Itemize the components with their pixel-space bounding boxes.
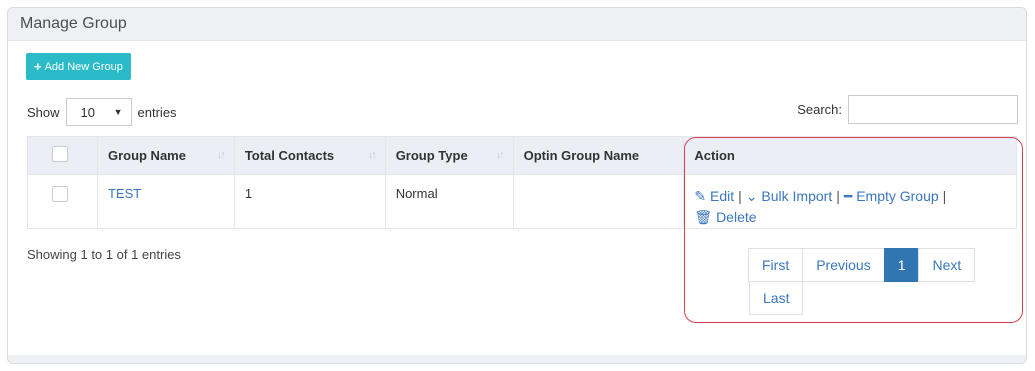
search-control: Search: [797,95,1018,124]
show-label: Show [27,104,60,120]
search-input[interactable] [848,95,1018,124]
optin-group-name-cell [512,174,685,229]
add-new-group-button[interactable]: + Add New Group [26,53,131,80]
page-previous-button[interactable]: Previous [802,248,885,282]
bulk-import-link[interactable]: ⌄ Bulk Import [746,188,832,204]
column-header-group-name[interactable]: Group Name ↓↑ [96,136,235,175]
pagination: First Previous 1 Next Last [748,248,981,315]
group-name-header-label: Group Name [107,148,186,163]
empty-group-label: Empty Group [856,188,939,204]
trash-icon: 🗑 [694,209,713,225]
total-contacts-header-label: Total Contacts [244,148,335,163]
row-select-cell [27,174,98,229]
column-header-optin-group-name[interactable]: Optin Group Name [512,136,685,175]
action-links: ✎ Edit | ⌄ Bulk Import | ━ Empty Group | 🗑 Del… [694,186,1006,228]
row-checkbox[interactable] [52,186,68,202]
table-info: Showing 1 to 1 of 1 entries [27,247,181,262]
sort-icon: ↓↑ [367,149,377,161]
select-all-checkbox[interactable] [52,146,68,162]
page-next-button[interactable]: Next [918,248,976,282]
groups-table: Group Name ↓↑ Total Contacts ↓↑ Group Type… [27,136,1017,229]
bulk-import-label: Bulk Import [761,188,833,204]
page-title: Manage Group [20,15,127,32]
edit-icon: ✎ [694,188,707,204]
chevron-down-icon: ⌄ [745,188,758,204]
caret-down-icon: ▼ [113,107,123,117]
action-header-label: Action [694,148,735,163]
plus-icon: + [34,59,42,74]
edit-link[interactable]: ✎ Edit [694,188,734,204]
total-contacts-cell: 1 [233,174,386,229]
edit-label: Edit [710,188,735,204]
column-header-total-contacts[interactable]: Total Contacts ↓↑ [233,136,386,175]
action-separator: | [836,188,840,204]
delete-link[interactable]: 🗑 Delete [694,209,756,225]
sort-icon: ↓↑ [495,149,505,161]
page-last-button[interactable]: Last [749,281,804,315]
panel-footer [8,355,1026,363]
search-label: Search: [797,102,842,117]
action-separator: | [738,188,742,204]
add-new-group-label: Add New Group [44,60,123,73]
optin-group-name-header-label: Optin Group Name [523,148,640,163]
group-type-cell: Normal [384,174,514,229]
panel-header: Manage Group [8,8,1026,41]
column-header-action: Action [683,136,1017,175]
column-header-group-type[interactable]: Group Type ↓↑ [384,136,514,175]
action-separator: | [942,188,947,204]
entries-length-control: Show 10 ▼ entries [27,98,177,126]
entries-select-value: 10 [80,104,95,120]
group-name-cell: TEST [96,174,235,229]
sort-icon: ↓↑ [216,149,226,161]
page-first-button[interactable]: First [748,248,804,282]
group-name-link[interactable]: TEST [108,186,141,201]
select-all-header [27,136,98,175]
entries-label: entries [137,104,177,120]
action-cell: ✎ Edit | ⌄ Bulk Import | ━ Empty Group | 🗑 Del… [683,174,1017,229]
table-header-row: Group Name ↓↑ Total Contacts ↓↑ Group Type… [27,136,1017,175]
page-current-button[interactable]: 1 [883,248,920,282]
empty-group-link[interactable]: ━ Empty Group [844,188,939,204]
table-row: TEST 1 Normal ✎ Edit | ⌄ Bulk Import | ━ Emp… [27,174,1017,229]
entries-select[interactable]: 10 ▼ [65,98,132,126]
delete-label: Delete [716,209,757,225]
minus-icon: ━ [843,188,853,204]
group-type-header-label: Group Type [395,148,468,163]
